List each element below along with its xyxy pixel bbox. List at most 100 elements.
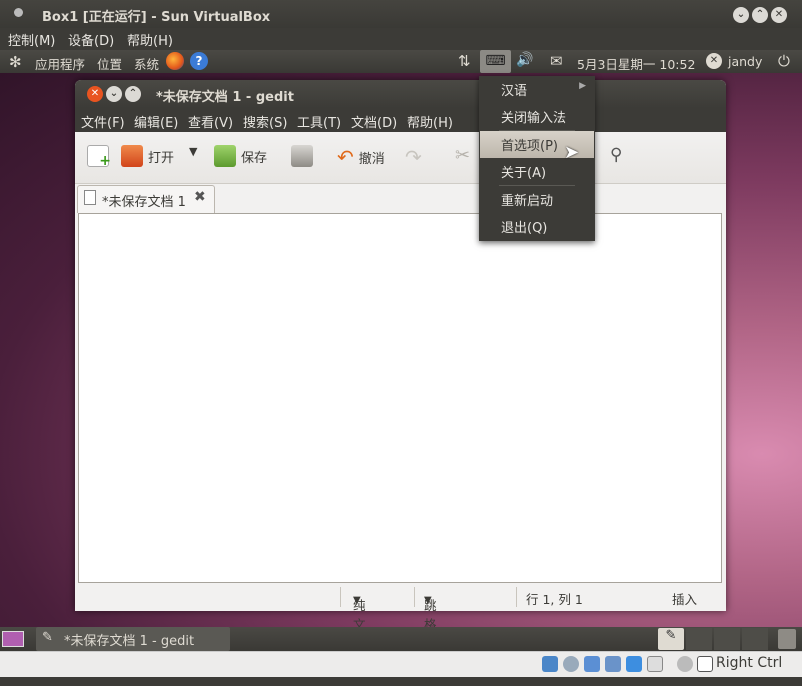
open-button[interactable]: 打开 bbox=[121, 145, 174, 167]
menu-item-label: 关于(A) bbox=[501, 166, 547, 181]
workspace-2[interactable] bbox=[686, 628, 712, 650]
hard-disk-icon[interactable] bbox=[542, 656, 558, 672]
menu-edit[interactable]: 编辑(E) bbox=[134, 112, 178, 131]
host-key-icon[interactable] bbox=[697, 656, 713, 672]
system-menu[interactable]: 系统 bbox=[134, 54, 159, 73]
tab-bar: *未保存文档 1 ✖ bbox=[75, 184, 726, 213]
vbox-window-title: Box1 [正在运行] - Sun VirtualBox bbox=[42, 10, 271, 25]
mouse-cursor-icon: ➤ bbox=[564, 142, 580, 163]
vbox-window-controls: ⌄ ⌃ ✕ bbox=[733, 6, 790, 23]
keyboard-input-icon[interactable]: ⌨ bbox=[480, 50, 511, 73]
menu-item-restart[interactable]: 重新启动 bbox=[480, 186, 594, 213]
gedit-menubar: 文件(F) 编辑(E) 查看(V) 搜索(S) 工具(T) 文档(D) 帮助(H… bbox=[75, 108, 726, 132]
user-status-icon[interactable]: ✕ bbox=[706, 53, 722, 69]
menu-item-close-ime[interactable]: 关闭输入法 bbox=[480, 103, 594, 130]
power-icon[interactable]: ⏻ bbox=[778, 52, 790, 70]
menu-item-quit[interactable]: 退出(Q) bbox=[480, 213, 594, 240]
undo-button[interactable]: ↶ 撤消 bbox=[337, 145, 385, 169]
usb-icon[interactable] bbox=[605, 656, 621, 672]
maximize-icon[interactable]: ⌃ bbox=[752, 7, 768, 23]
document-icon bbox=[84, 190, 96, 205]
submenu-arrow-icon: ▶ bbox=[579, 81, 586, 91]
applications-menu[interactable]: 应用程序 bbox=[35, 54, 85, 73]
window-menu-icon[interactable] bbox=[14, 8, 23, 17]
workspace-4[interactable] bbox=[742, 628, 768, 650]
save-label: 保存 bbox=[241, 150, 268, 166]
mouse-integration-icon[interactable] bbox=[677, 656, 693, 672]
firefox-icon[interactable] bbox=[166, 52, 184, 70]
trash-icon[interactable] bbox=[778, 629, 796, 649]
new-document-button[interactable]: + bbox=[87, 145, 111, 169]
chevron-down-icon: ▼ bbox=[353, 595, 361, 606]
cd-icon[interactable] bbox=[563, 656, 579, 672]
menu-item-chinese[interactable]: 汉语 ▶ bbox=[480, 76, 594, 103]
menu-file[interactable]: 文件(F) bbox=[81, 112, 125, 131]
vbox-menu-machine[interactable]: 控制(M) bbox=[8, 30, 55, 49]
document-tab[interactable]: *未保存文档 1 ✖ bbox=[77, 185, 215, 213]
folder-icon bbox=[121, 145, 143, 167]
workspace-3[interactable] bbox=[714, 628, 740, 650]
close-icon[interactable]: ✕ bbox=[771, 7, 787, 23]
ubuntu-logo-icon[interactable]: ✻ bbox=[9, 53, 22, 71]
menu-item-label: 首选项(P) bbox=[501, 139, 558, 154]
cut-icon[interactable]: ✂ bbox=[455, 145, 470, 166]
vbox-statusbar: Right Ctrl bbox=[0, 651, 802, 677]
volume-icon[interactable]: 🔊 bbox=[516, 52, 533, 68]
menu-search[interactable]: 搜索(S) bbox=[243, 112, 287, 131]
user-name[interactable]: jandy bbox=[728, 54, 762, 69]
new-document-icon: + bbox=[87, 145, 111, 169]
minimize-icon[interactable]: ⌄ bbox=[106, 86, 122, 102]
show-desktop-icon[interactable] bbox=[2, 631, 24, 647]
shared-folder-icon[interactable] bbox=[626, 656, 642, 672]
gedit-window: ✕ ⌄ ⌃ *未保存文档 1 - gedit 文件(F) 编辑(E) 查看(V)… bbox=[75, 80, 726, 686]
open-label: 打开 bbox=[148, 150, 175, 166]
redo-icon[interactable]: ↷ bbox=[405, 145, 422, 169]
save-icon bbox=[214, 145, 236, 167]
menu-item-label: 关闭输入法 bbox=[501, 111, 567, 126]
save-button[interactable]: 保存 bbox=[214, 145, 267, 167]
clock[interactable]: 5月3日星期一 10:52 bbox=[577, 54, 695, 73]
mail-icon[interactable]: ✉ bbox=[550, 52, 563, 70]
workspace-1[interactable]: ✎ bbox=[658, 628, 684, 650]
help-icon[interactable]: ? bbox=[190, 52, 208, 70]
find-replace-icon[interactable]: ⚲ bbox=[610, 145, 622, 165]
statusbar: 纯文本 ▼ 跳格宽度: 8 ▼ 行 1, 列 1 插入 bbox=[75, 583, 726, 686]
maximize-icon[interactable]: ⌃ bbox=[125, 86, 141, 102]
network-arrows-icon[interactable]: ⇅ bbox=[458, 52, 471, 70]
menu-view[interactable]: 查看(V) bbox=[188, 112, 233, 131]
tab-label: *未保存文档 1 bbox=[102, 195, 186, 210]
menu-item-label: 退出(Q) bbox=[501, 221, 548, 236]
minimize-icon[interactable]: ⌄ bbox=[733, 7, 749, 23]
vbox-titlebar: Box1 [正在运行] - Sun VirtualBox ⌄ ⌃ ✕ bbox=[0, 0, 802, 28]
menu-tools[interactable]: 工具(T) bbox=[297, 112, 341, 131]
network-icon[interactable] bbox=[584, 656, 600, 672]
menu-documents[interactable]: 文档(D) bbox=[351, 112, 397, 131]
gedit-titlebar: ✕ ⌄ ⌃ *未保存文档 1 - gedit bbox=[75, 80, 726, 108]
top-panel: ✻ 应用程序 位置 系统 ? ⇅ ⌨ 🔊 ✉ 5月3日星期一 10:52 ✕ j… bbox=[0, 50, 802, 73]
chevron-down-icon: ▼ bbox=[424, 595, 432, 606]
close-icon[interactable]: ✕ bbox=[87, 86, 103, 102]
taskbar-gedit-button[interactable]: ✎ *未保存文档 1 - gedit bbox=[36, 627, 230, 651]
print-icon bbox=[291, 145, 313, 167]
open-recent-dropdown[interactable]: ▼ bbox=[189, 145, 197, 158]
text-editor[interactable] bbox=[78, 213, 722, 583]
seamless-icon[interactable] bbox=[647, 656, 663, 672]
tab-close-icon[interactable]: ✖ bbox=[194, 189, 206, 205]
taskbar-window-label: *未保存文档 1 - gedit bbox=[64, 634, 195, 649]
gedit-window-title: *未保存文档 1 - gedit bbox=[156, 90, 294, 105]
menu-help[interactable]: 帮助(H) bbox=[407, 112, 453, 131]
bottom-panel: ✎ *未保存文档 1 - gedit ✎ bbox=[0, 627, 802, 651]
vbox-menu-help[interactable]: 帮助(H) bbox=[127, 30, 173, 49]
vbox-menubar: 控制(M) 设备(D) 帮助(H) bbox=[0, 28, 802, 50]
text-editor-icon: ✎ bbox=[42, 630, 53, 645]
undo-label: 撤消 bbox=[358, 151, 385, 167]
places-menu[interactable]: 位置 bbox=[97, 54, 122, 73]
insert-mode: 插入 bbox=[672, 592, 698, 607]
gedit-toolbar: + 打开 ▼ 保存 ↶ 撤消 ↷ ✂ ⚲ bbox=[75, 132, 726, 184]
menu-item-label: 汉语 bbox=[501, 84, 528, 99]
vbox-menu-devices[interactable]: 设备(D) bbox=[68, 30, 114, 49]
print-button[interactable] bbox=[291, 145, 313, 167]
cursor-position: 行 1, 列 1 bbox=[526, 592, 583, 607]
undo-icon: ↶ bbox=[337, 145, 354, 169]
menu-item-label: 重新启动 bbox=[501, 194, 554, 209]
